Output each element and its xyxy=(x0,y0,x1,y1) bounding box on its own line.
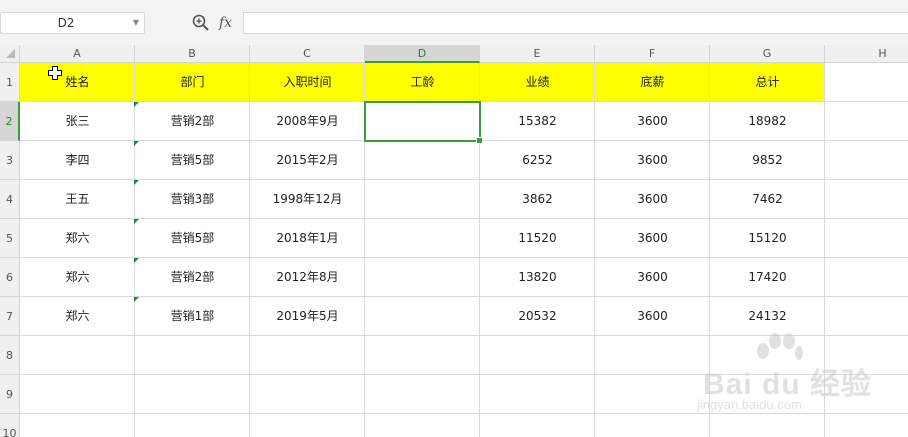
name-box[interactable]: D2 ▼ xyxy=(0,12,145,34)
select-all-corner[interactable] xyxy=(0,45,20,63)
cell-department[interactable]: 营销2部 xyxy=(135,258,250,297)
cell-seniority[interactable] xyxy=(365,180,480,219)
name-box-value: D2 xyxy=(57,16,75,30)
formula-bar: D2 ▼ fx xyxy=(0,0,908,45)
cell-department[interactable]: 营销2部 xyxy=(135,102,250,141)
cell-base-salary[interactable]: 3600 xyxy=(595,258,710,297)
cell-performance[interactable]: 15382 xyxy=(480,102,595,141)
cell-base-salary[interactable]: 3600 xyxy=(595,180,710,219)
row-header-4[interactable]: 4 xyxy=(0,180,20,219)
column-header-b[interactable]: B xyxy=(135,45,250,63)
cell-hire-date[interactable]: 2012年8月 xyxy=(250,258,365,297)
column-header-f[interactable]: F xyxy=(595,45,710,63)
column-header-g[interactable]: G xyxy=(710,45,825,63)
fx-icon[interactable]: fx xyxy=(219,13,232,33)
cell-hire-date[interactable]: 1998年12月 xyxy=(250,180,365,219)
row-header-6[interactable]: 6 xyxy=(0,258,20,297)
row-header-3[interactable]: 3 xyxy=(0,141,20,180)
header-cell-hire-date[interactable]: 入职时间 xyxy=(250,63,365,102)
cell-select-cursor-icon xyxy=(48,65,62,84)
cell-name[interactable]: 张三 xyxy=(20,102,135,141)
watermark-url: jingyan.baidu.com xyxy=(697,397,802,412)
cell-base-salary[interactable]: 3600 xyxy=(595,219,710,258)
row-header-8[interactable]: 8 xyxy=(0,336,20,375)
zoom-icon[interactable] xyxy=(191,13,211,33)
cell-seniority[interactable] xyxy=(365,141,480,180)
column-header-c[interactable]: C xyxy=(250,45,365,63)
cell-total[interactable]: 7462 xyxy=(710,180,825,219)
fill-handle[interactable] xyxy=(476,137,483,144)
row-header-9[interactable]: 9 xyxy=(0,375,20,414)
cell-hire-date[interactable]: 2008年9月 xyxy=(250,102,365,141)
cell-hire-date[interactable]: 2015年2月 xyxy=(250,141,365,180)
header-cell-seniority[interactable]: 工龄 xyxy=(365,63,480,102)
cell-total[interactable]: 17420 xyxy=(710,258,825,297)
cell-name[interactable]: 李四 xyxy=(20,141,135,180)
cell-name[interactable]: 郑六 xyxy=(20,258,135,297)
cell-base-salary[interactable]: 3600 xyxy=(595,102,710,141)
cell-department[interactable]: 营销1部 xyxy=(135,297,250,336)
cell-name[interactable]: 王五 xyxy=(20,180,135,219)
cell-name[interactable]: 郑六 xyxy=(20,297,135,336)
column-header-a[interactable]: A xyxy=(20,45,135,63)
cell-total[interactable]: 24132 xyxy=(710,297,825,336)
header-cell-total[interactable]: 总计 xyxy=(710,63,825,102)
cell-hire-date[interactable]: 2019年5月 xyxy=(250,297,365,336)
cell-seniority[interactable] xyxy=(365,258,480,297)
cell-hire-date[interactable]: 2018年1月 xyxy=(250,219,365,258)
active-cell-selection[interactable] xyxy=(364,101,483,144)
header-cell-name[interactable]: 姓名 xyxy=(20,63,135,102)
column-header-e[interactable]: E xyxy=(480,45,595,63)
cell-seniority[interactable] xyxy=(365,219,480,258)
header-cell-base-salary[interactable]: 底薪 xyxy=(595,63,710,102)
row-header-7[interactable]: 7 xyxy=(0,297,20,336)
cell-total[interactable]: 9852 xyxy=(710,141,825,180)
baidu-jingyan-watermark: Bai du 经验 jingyan.baidu.com xyxy=(693,333,908,437)
header-cell-performance[interactable]: 业绩 xyxy=(480,63,595,102)
cell-performance[interactable]: 20532 xyxy=(480,297,595,336)
column-header-h[interactable]: H xyxy=(825,45,908,63)
cell-department[interactable]: 营销3部 xyxy=(135,180,250,219)
cell-performance[interactable]: 11520 xyxy=(480,219,595,258)
row-header-2[interactable]: 2 xyxy=(0,102,20,141)
chevron-down-icon[interactable]: ▼ xyxy=(133,13,139,33)
cell-base-salary[interactable]: 3600 xyxy=(595,141,710,180)
cell-total[interactable]: 18982 xyxy=(710,102,825,141)
cell-department[interactable]: 营销5部 xyxy=(135,141,250,180)
row-header-10[interactable]: 10 xyxy=(0,414,20,437)
cell-performance[interactable]: 13820 xyxy=(480,258,595,297)
formula-input[interactable] xyxy=(243,12,908,34)
cell-performance[interactable]: 6252 xyxy=(480,141,595,180)
header-cell-department[interactable]: 部门 xyxy=(135,63,250,102)
row-header-1[interactable]: 1 xyxy=(0,63,20,102)
cell-performance[interactable]: 3862 xyxy=(480,180,595,219)
cell-base-salary[interactable]: 3600 xyxy=(595,297,710,336)
column-header-d[interactable]: D xyxy=(365,45,480,63)
cell-department[interactable]: 营销5部 xyxy=(135,219,250,258)
cell-total[interactable]: 15120 xyxy=(710,219,825,258)
row-header-5[interactable]: 5 xyxy=(0,219,20,258)
cell-name[interactable]: 郑六 xyxy=(20,219,135,258)
cell-seniority[interactable] xyxy=(365,297,480,336)
column-header-bar: A B C D E F G H xyxy=(0,45,908,63)
